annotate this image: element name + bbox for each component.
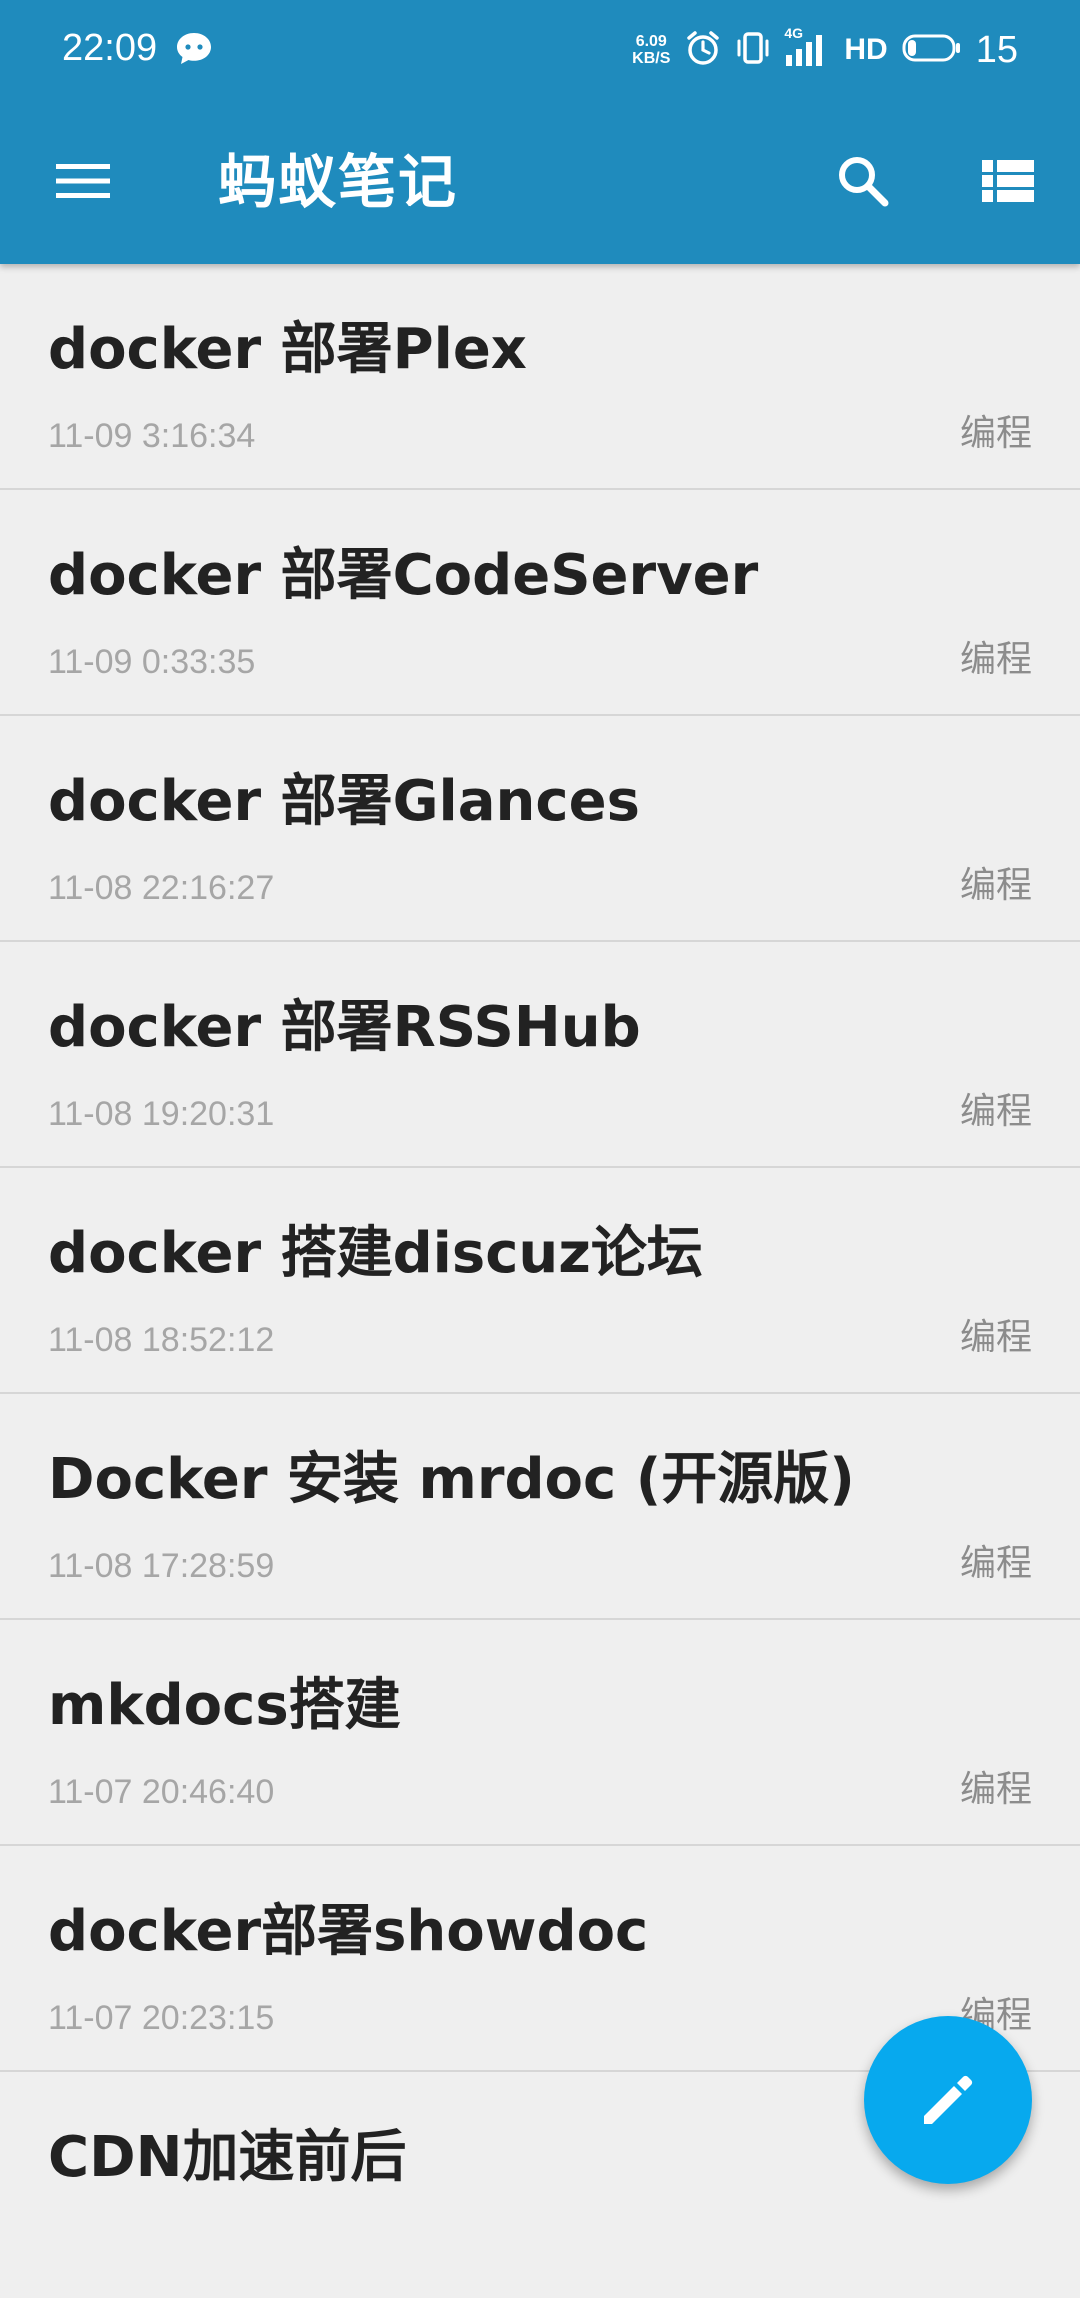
note-time: 11-08 17:28:59	[48, 1547, 275, 1585]
hd-indicator: HD	[844, 33, 888, 66]
note-category: 编程	[959, 1543, 1032, 1584]
note-title: CDN加速前后	[48, 2125, 407, 2190]
list-view-button[interactable]	[963, 136, 1053, 226]
note-category: 编程	[959, 865, 1032, 906]
note-title: docker部署showdoc	[48, 1899, 649, 1964]
wechat-icon	[175, 30, 213, 68]
note-title: docker 搭建discuz论坛	[48, 1221, 703, 1286]
note-item[interactable]: Docker 安装 mrdoc (开源版) 11-08 17:28:59 编程	[0, 1394, 1080, 1620]
net-speed-value: 6.09	[635, 33, 667, 50]
status-time: 22:09	[62, 27, 158, 69]
note-item[interactable]: docker 部署RSSHub 11-08 19:20:31 编程	[0, 942, 1080, 1168]
note-item[interactable]: docker 部署Plex 11-09 3:16:34 编程	[0, 264, 1080, 490]
menu-icon	[56, 164, 110, 198]
status-bar: 22:09 6.09 KB/S 4G HD 15	[0, 0, 1080, 96]
vibrate-icon	[736, 29, 770, 72]
pencil-icon	[924, 2075, 973, 2124]
network-type: 4G	[784, 25, 804, 41]
page-title: 蚂蚁笔记	[218, 148, 459, 216]
search-button[interactable]	[818, 136, 908, 226]
net-speed: 6.09 KB/S	[632, 33, 670, 67]
note-item[interactable]: docker 部署CodeServer 11-09 0:33:35 编程	[0, 490, 1080, 716]
note-title: docker 部署CodeServer	[48, 543, 759, 608]
note-time: 11-09 3:16:34	[48, 417, 256, 455]
note-category: 编程	[959, 1091, 1032, 1132]
note-list: docker 部署Plex 11-09 3:16:34 编程 docker 部署…	[0, 264, 1080, 2298]
app-bar: 22:09 6.09 KB/S 4G HD 15 蚂蚁笔记	[0, 0, 1080, 264]
toolbar: 蚂蚁笔记	[0, 96, 1080, 264]
note-category: 编程	[959, 1317, 1032, 1358]
note-title: docker 部署Plex	[48, 317, 527, 382]
search-icon	[839, 157, 889, 207]
note-category: 编程	[959, 1769, 1032, 1810]
note-time: 11-08 18:52:12	[48, 1321, 275, 1359]
note-time: 11-09 0:33:35	[48, 643, 256, 681]
note-title: mkdocs搭建	[48, 1673, 401, 1738]
note-item[interactable]: docker 部署Glances 11-08 22:16:27 编程	[0, 716, 1080, 942]
note-item[interactable]: docker 搭建discuz论坛 11-08 18:52:12 编程	[0, 1168, 1080, 1394]
menu-button[interactable]	[38, 136, 128, 226]
note-title: Docker 安装 mrdoc (开源版)	[48, 1447, 855, 1512]
alarm-icon	[684, 29, 722, 72]
battery-icon	[902, 32, 962, 69]
note-category: 编程	[959, 413, 1032, 454]
battery-level: 15	[975, 28, 1018, 71]
note-title: docker 部署Glances	[48, 769, 640, 834]
note-time: 11-08 19:20:31	[48, 1095, 275, 1133]
note-category: 编程	[959, 639, 1032, 680]
note-time: 11-07 20:23:15	[48, 1999, 275, 2037]
new-note-button[interactable]	[864, 2016, 1032, 2184]
note-time: 11-08 22:16:27	[48, 869, 275, 907]
signal-icon: 4G	[784, 25, 830, 69]
note-item[interactable]: mkdocs搭建 11-07 20:46:40 编程	[0, 1620, 1080, 1846]
status-indicators: 6.09 KB/S 4G HD 15	[632, 24, 1018, 76]
net-speed-unit: KB/S	[632, 50, 671, 67]
note-time: 11-07 20:46:40	[48, 1773, 275, 1811]
list-view-icon	[982, 160, 1034, 202]
note-title: docker 部署RSSHub	[48, 995, 641, 1060]
